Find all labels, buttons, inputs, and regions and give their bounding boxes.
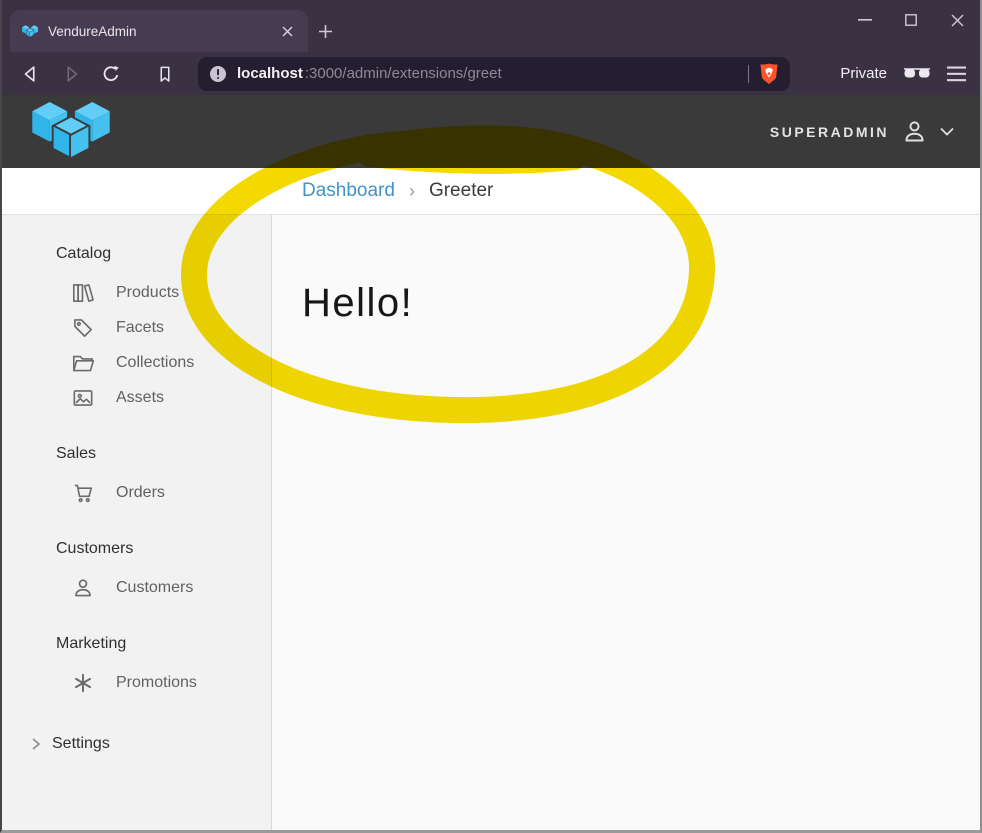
chevron-right-icon	[30, 737, 42, 751]
section-label: Catalog	[56, 245, 271, 267]
breadcrumb: Dashboard › Greeter	[2, 168, 980, 215]
sunglasses-icon	[903, 68, 931, 80]
url-bar[interactable]: localhost :3000/admin/extensions/greet	[198, 57, 790, 91]
tab-title: VendureAdmin	[48, 24, 266, 39]
url-host: localhost	[237, 65, 303, 82]
user-icon	[901, 118, 928, 145]
breadcrumb-current: Greeter	[429, 180, 493, 202]
brave-shield-icon[interactable]	[758, 62, 780, 86]
folder-icon	[70, 350, 96, 376]
cart-icon	[70, 480, 96, 506]
sidebar-item-settings[interactable]: Settings	[2, 732, 271, 756]
section-label: Sales	[56, 445, 271, 467]
app-header: SUPERADMIN	[2, 95, 980, 168]
url-path: :3000/admin/extensions/greet	[305, 65, 739, 82]
sidebar-section-catalog: Catalog Products	[2, 245, 271, 415]
private-window-label: Private	[840, 65, 887, 82]
sidebar-item-label: Assets	[116, 389, 164, 407]
menu-icon[interactable]	[947, 66, 966, 82]
tag-icon	[70, 315, 96, 341]
browser-tab[interactable]: VendureAdmin	[10, 10, 308, 52]
site-info-icon[interactable]	[208, 64, 228, 84]
image-icon	[70, 385, 96, 411]
chevron-down-icon	[940, 127, 954, 136]
sidebar-section-marketing: Marketing Promotions	[2, 635, 271, 700]
sidebar: Catalog Products	[2, 215, 272, 832]
url-divider	[748, 65, 749, 83]
back-button[interactable]	[18, 61, 44, 87]
tab-strip: VendureAdmin	[2, 0, 980, 52]
sidebar-item-label: Orders	[116, 484, 165, 502]
sidebar-item-label: Collections	[116, 354, 194, 372]
user-name: SUPERADMIN	[770, 124, 889, 140]
sidebar-item-label: Products	[116, 284, 179, 302]
sidebar-item-assets[interactable]: Assets	[2, 380, 271, 415]
tab-close-icon[interactable]	[276, 20, 298, 42]
greeting-text: Hello!	[302, 281, 980, 326]
main-content: Hello!	[272, 215, 980, 832]
sidebar-item-products[interactable]: Products	[2, 275, 271, 310]
vendure-favicon-icon	[22, 25, 38, 38]
user-icon	[70, 575, 96, 601]
sidebar-item-facets[interactable]: Facets	[2, 310, 271, 345]
section-label: Customers	[56, 540, 271, 562]
sidebar-section-sales: Sales Orders	[2, 445, 271, 510]
browser-toolbar: localhost :3000/admin/extensions/greet P…	[2, 52, 980, 95]
user-menu[interactable]: SUPERADMIN	[770, 118, 954, 145]
vendure-logo-icon[interactable]	[32, 102, 110, 162]
sidebar-item-label: Customers	[116, 579, 193, 597]
new-tab-button[interactable]	[308, 10, 342, 52]
sidebar-item-label: Facets	[116, 319, 164, 337]
library-icon	[70, 280, 96, 306]
maximize-button[interactable]	[888, 0, 934, 40]
minimize-button[interactable]	[842, 0, 888, 40]
section-label: Marketing	[56, 635, 271, 657]
window-controls	[842, 0, 980, 40]
sidebar-item-customers[interactable]: Customers	[2, 570, 271, 605]
close-window-button[interactable]	[934, 0, 980, 40]
sidebar-item-collections[interactable]: Collections	[2, 345, 271, 380]
breadcrumb-dashboard-link[interactable]: Dashboard	[302, 180, 395, 202]
sidebar-item-label: Promotions	[116, 674, 197, 692]
forward-button[interactable]	[58, 61, 84, 87]
sidebar-section-customers: Customers Customers	[2, 540, 271, 605]
sidebar-item-promotions[interactable]: Promotions	[2, 665, 271, 700]
settings-label: Settings	[52, 735, 110, 753]
browser-window: VendureAdmin	[0, 0, 982, 833]
breadcrumb-separator: ›	[409, 181, 415, 202]
reload-button[interactable]	[98, 61, 124, 87]
bookmark-icon[interactable]	[152, 61, 178, 87]
toolbar-right-cluster: Private	[840, 65, 966, 82]
sidebar-item-orders[interactable]: Orders	[2, 475, 271, 510]
asterisk-icon	[70, 670, 96, 696]
